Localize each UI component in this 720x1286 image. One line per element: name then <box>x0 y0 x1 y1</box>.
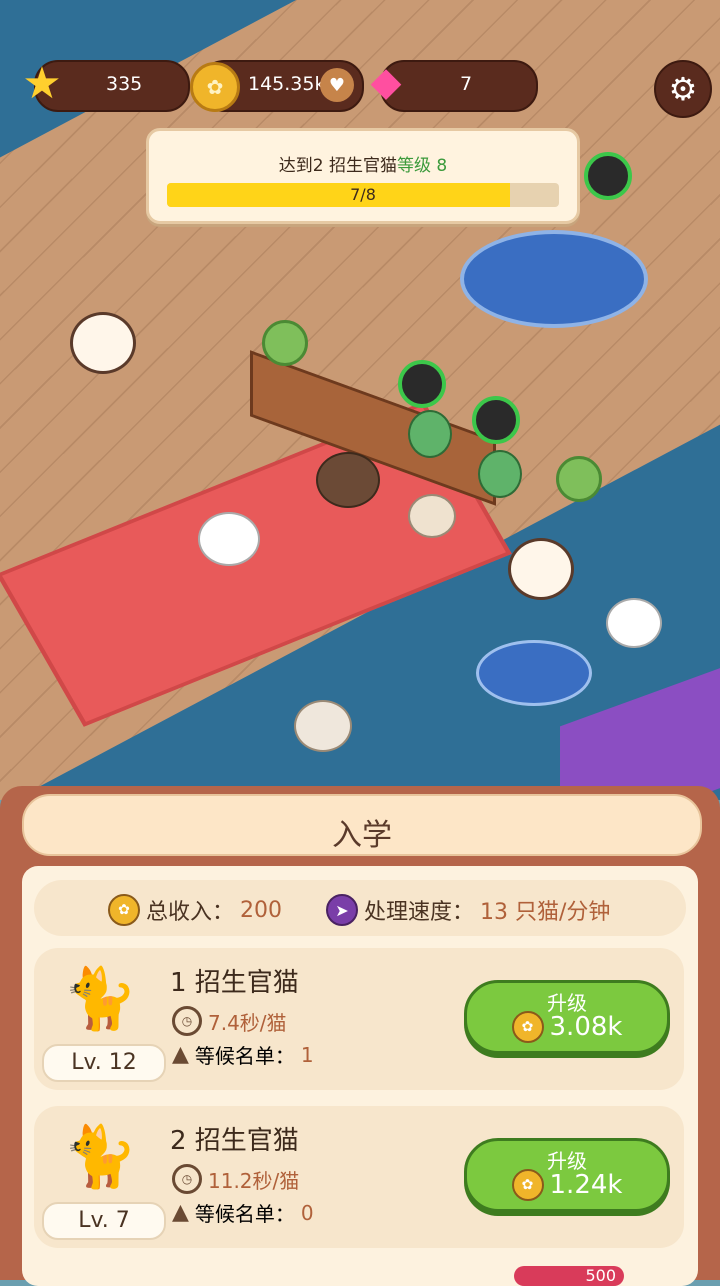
upgrade-button[interactable]: 升级 ✿ 1.24k <box>464 1138 670 1212</box>
waitlist-value: 0 <box>300 1200 314 1225</box>
megaphone-bubble-icon[interactable] <box>508 538 574 600</box>
notice-board-bubble-icon[interactable] <box>70 312 136 374</box>
goal-progress-bar: 7/8 <box>167 183 559 207</box>
cat-portrait-icon: 🐈 <box>62 963 138 1034</box>
potted-plant <box>556 456 602 502</box>
level-badge: Lv. 12 <box>42 1044 166 1082</box>
coins-value: 145.35k <box>248 73 326 95</box>
processing-time: ◷ 11.2秒/猫 <box>172 1164 299 1194</box>
waitlist-value: 1 <box>300 1042 314 1067</box>
income-value: 200 <box>240 897 283 923</box>
cream-cat[interactable] <box>294 700 352 752</box>
game-scene[interactable] <box>0 0 720 800</box>
total-income: ✿ 总收入： 200 <box>108 894 282 926</box>
star-medal-icon[interactable]: ★ <box>18 58 66 110</box>
compass-icon: ➤ <box>326 894 358 926</box>
upgrade-cost-value: 1.24k <box>549 1170 623 1200</box>
waitlist-label: 等候名单： <box>194 1202 295 1226</box>
upgrade-cost: ✿ 1.24k <box>467 1169 667 1201</box>
goal-text: 达到2 招生官猫等级 8 <box>149 151 577 176</box>
timer-ring-icon <box>472 396 520 444</box>
timer-ring-icon <box>398 360 446 408</box>
processing-time: ◷ 7.4秒/猫 <box>172 1006 287 1036</box>
clock-icon: ◷ <box>172 1006 202 1036</box>
recruiter-name: 1 招生官猫 <box>170 968 299 998</box>
coin-icon: ✿ <box>108 894 140 926</box>
enrollment-panel: 入学 ✿ 总收入： 200 ➤ 处理速度： 13 只猫/分钟 🐈 Lv. 12 … <box>0 786 720 1286</box>
goal-level: 等级 8 <box>397 156 448 176</box>
cat-portrait-icon: 🐈 <box>62 1121 138 1192</box>
recruiter-card[interactable]: 🐈 Lv. 7 2 招生官猫 ◷ 11.2秒/猫 ▲ 等候名单： 0 升级 ✿ … <box>34 1106 684 1248</box>
level-badge: Lv. 7 <box>42 1202 166 1240</box>
gems-value: 7 <box>460 73 473 95</box>
clock-icon: ◷ <box>172 1164 202 1194</box>
gem-icon[interactable]: ◆ <box>364 59 408 105</box>
panel-header: 入学 <box>22 794 702 856</box>
time-value: 7.4秒/猫 <box>208 1010 287 1035</box>
goal-progress-label: 7/8 <box>350 185 376 204</box>
goal-panel[interactable]: 达到2 招生官猫等级 8 7/8 <box>146 128 580 224</box>
upgrade-cost: ✿ 3.08k <box>467 1011 667 1043</box>
green-cat-clerk[interactable] <box>478 450 522 498</box>
waitlist: ▲ 等候名单： 1 <box>172 1040 314 1069</box>
panel-body[interactable]: ✿ 总收入： 200 ➤ 处理速度： 13 只猫/分钟 🐈 Lv. 12 1 招… <box>22 866 698 1286</box>
green-cat-clerk[interactable] <box>408 410 452 458</box>
heart-icon[interactable]: ♥ <box>320 68 354 102</box>
panel-title: 入学 <box>332 818 392 853</box>
recruiter-card[interactable]: 🐈 Lv. 12 1 招生官猫 ◷ 7.4秒/猫 ▲ 等候名单： 1 升级 ✿ … <box>34 948 684 1090</box>
processing-speed: ➤ 处理速度： 13 只猫/分钟 <box>326 894 610 926</box>
recruiter-name: 2 招生官猫 <box>170 1126 299 1156</box>
upgrade-button[interactable]: 升级 ✿ 3.08k <box>464 980 670 1054</box>
stars-value: 335 <box>106 73 143 95</box>
settings-gear-icon[interactable]: ⚙ <box>654 60 712 118</box>
waitlist: ▲ 等候名单： 0 <box>172 1198 314 1227</box>
time-value: 11.2秒/猫 <box>208 1168 300 1193</box>
mail-cat-rug[interactable] <box>476 640 592 706</box>
waitlist-label: 等候名单： <box>194 1044 295 1068</box>
stats-bar: ✿ 总收入： 200 ➤ 处理速度： 13 只猫/分钟 <box>34 880 686 936</box>
blue-magic-rug <box>460 230 648 328</box>
coin-icon: ✿ <box>511 1169 544 1201</box>
coin-icon: ✿ <box>511 1011 544 1043</box>
cat-silhouette-icon: ▲ <box>172 1042 189 1067</box>
white-cat[interactable] <box>606 598 662 648</box>
coin-icon: ✿ <box>190 62 240 112</box>
cream-cat[interactable] <box>408 494 456 538</box>
speed-value: 13 只猫/分钟 <box>480 900 611 925</box>
upgrade-cost-value: 3.08k <box>549 1012 623 1042</box>
cat-silhouette-icon: ▲ <box>172 1200 189 1225</box>
potted-plant <box>262 320 308 366</box>
white-cat[interactable] <box>198 512 260 566</box>
income-label: 总收入： <box>146 900 235 925</box>
next-card-badge: 500 <box>514 1266 624 1286</box>
timer-ring-icon <box>584 152 632 200</box>
goal-prefix: 达到2 招生官猫 <box>278 156 397 176</box>
speed-label: 处理速度： <box>364 900 475 925</box>
brown-cat[interactable] <box>316 452 380 508</box>
